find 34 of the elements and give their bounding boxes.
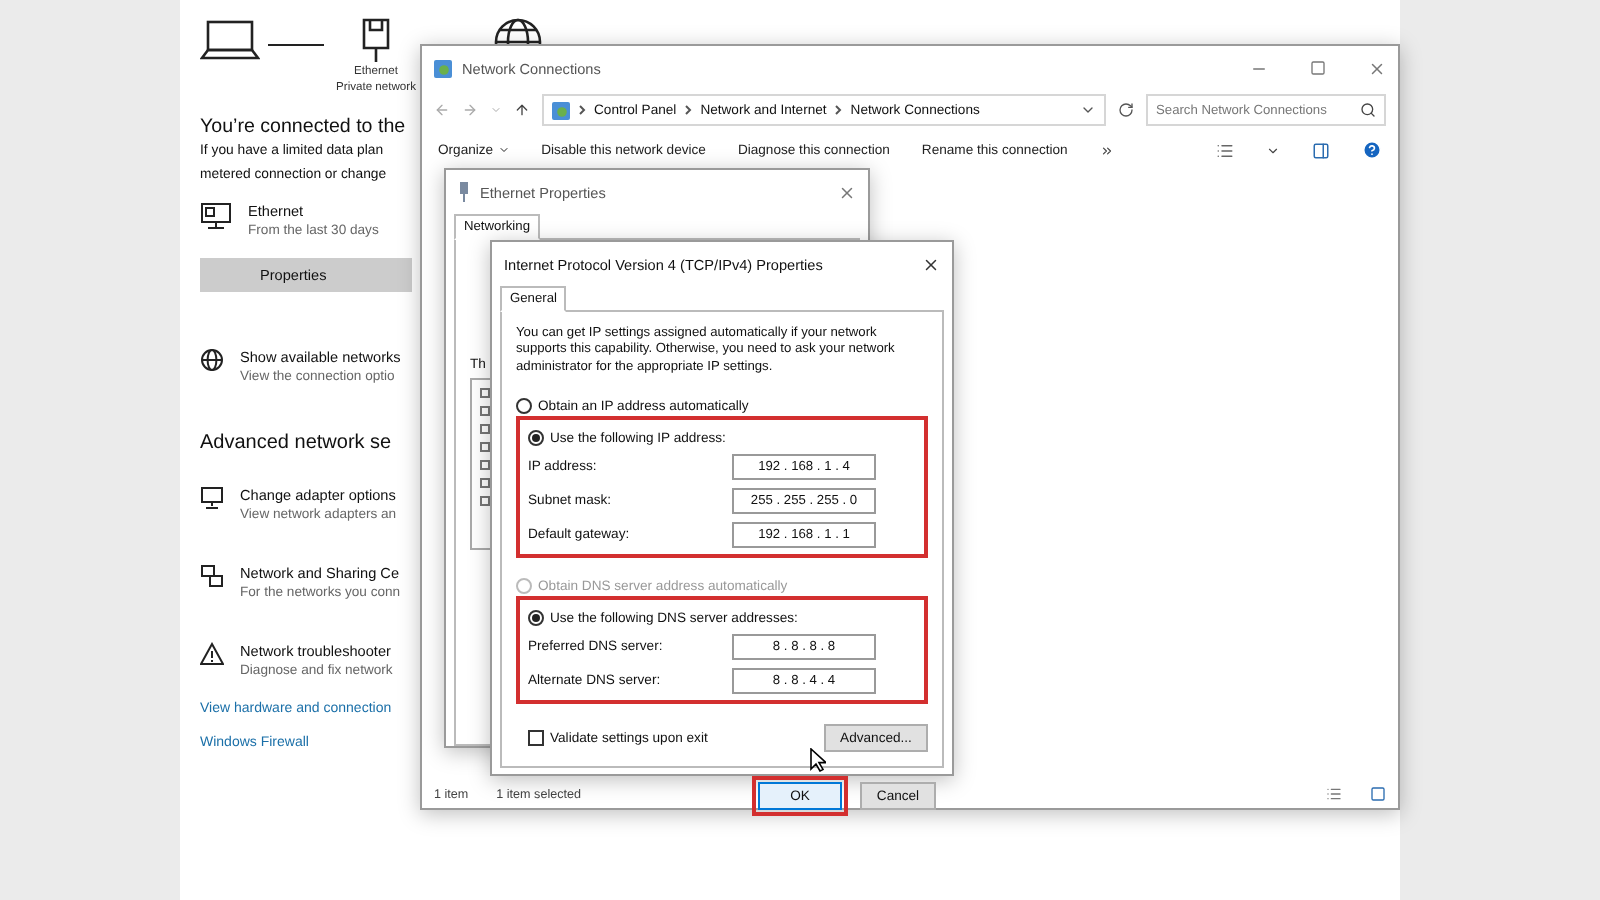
section-heading: Advanced network se [200,432,392,454]
checkbox[interactable] [528,730,544,747]
separator-icon [834,104,843,116]
globe-icon [200,348,224,372]
monitor-icon [200,202,232,230]
laptop-icon [200,16,260,64]
dropdown-icon[interactable] [1080,102,1096,118]
preview-pane-icon[interactable] [1312,141,1330,159]
caret-icon [497,144,510,156]
adapter-icon [458,182,470,202]
close-icon[interactable] [922,255,940,273]
radio-button[interactable] [528,610,544,627]
computers-icon [200,564,224,588]
separator-icon [684,104,693,116]
radio-button[interactable] [516,398,532,415]
radio-button[interactable] [528,430,544,447]
globe-icon [492,16,544,44]
up-icon[interactable] [514,102,530,118]
more-icon[interactable] [1099,143,1114,157]
view-icon[interactable] [1216,141,1234,159]
tiles-view-icon[interactable] [1370,786,1386,802]
search-icon [1360,102,1376,118]
refresh-icon[interactable] [1118,102,1134,118]
details-view-icon[interactable] [1326,786,1342,802]
ethernet-icon [360,16,392,64]
help-icon[interactable] [1362,140,1382,160]
warning-icon [200,642,224,666]
control-panel-icon [552,101,570,119]
dropdown-icon[interactable] [1266,143,1280,157]
control-panel-icon [434,59,452,77]
maximize-icon[interactable] [1310,60,1326,76]
separator-icon [578,104,586,116]
status-heading: You’re connected to the [200,116,406,138]
monitor-icon [200,486,224,510]
